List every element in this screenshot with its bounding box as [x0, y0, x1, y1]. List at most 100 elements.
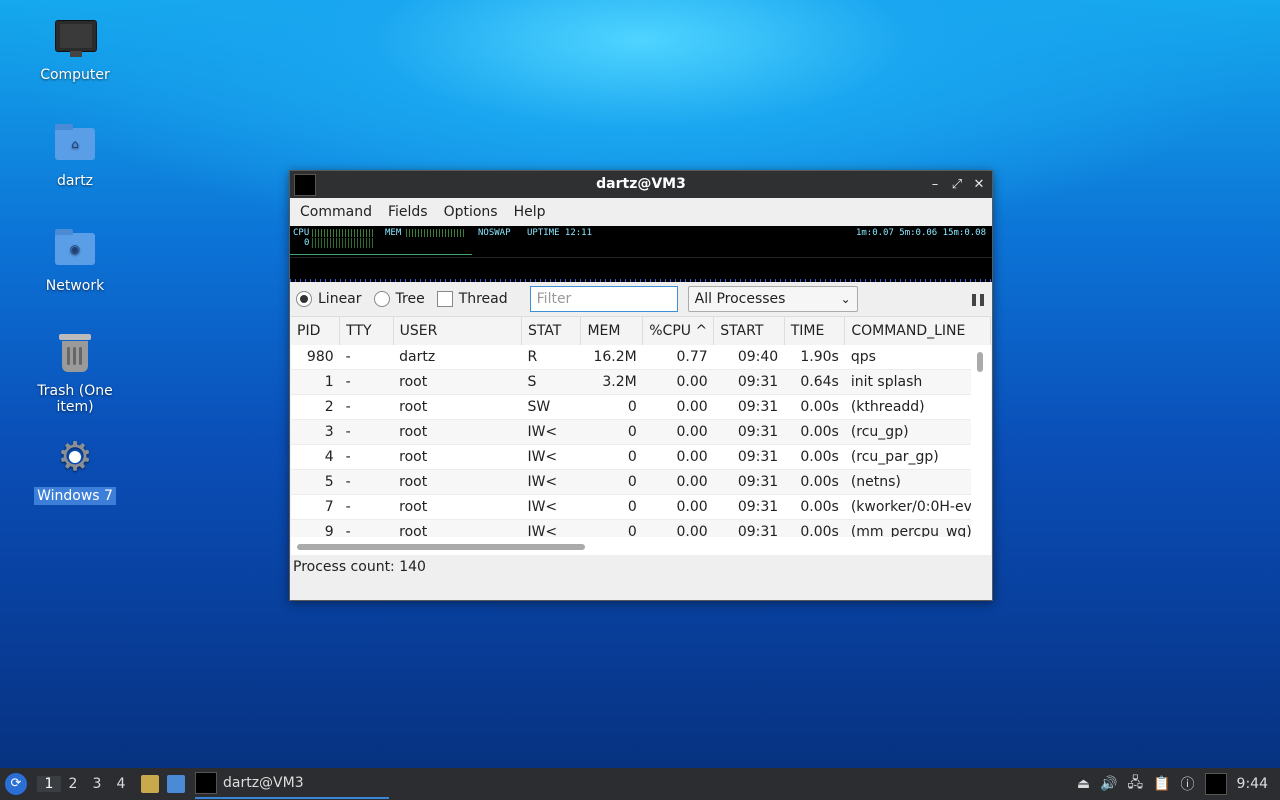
column-header-tty[interactable]: TTY	[339, 317, 394, 345]
eject-icon[interactable]: ⏏	[1077, 776, 1090, 792]
table-cell: root	[393, 394, 522, 420]
table-cell: 7	[291, 494, 340, 520]
notification-icon[interactable]: ⓘ	[1181, 774, 1195, 794]
menu-options[interactable]: Options	[438, 204, 504, 220]
table-cell: root	[393, 419, 522, 445]
table-cell: 09:31	[713, 469, 785, 495]
table-cell: -	[339, 394, 394, 420]
column-header-user[interactable]: USER	[393, 317, 522, 345]
checkbox-icon	[436, 291, 453, 307]
table-header: PID TTY USER STAT MEM %CPU ^ START TIME …	[291, 317, 991, 345]
table-row[interactable]: 4- root IW< 0 0.00 09:31 0.00s (rcu_par_gp)	[291, 444, 991, 470]
table-cell: 0.00	[642, 369, 714, 395]
table-row[interactable]: 1- root S 3.2M 0.00 09:31 0.64s init splash	[291, 369, 991, 395]
table-cell: 09:40	[713, 345, 785, 370]
tree-radio[interactable]: Tree	[373, 291, 425, 307]
table-cell: 0.00	[642, 444, 714, 470]
table-cell: 0	[580, 394, 643, 420]
menubar: Command Fields Options Help	[290, 198, 992, 226]
table-cell: 0.00s	[784, 494, 845, 520]
swap-label: NOSWAP	[478, 228, 511, 238]
table-row[interactable]: 7- root IW< 0 0.00 09:31 0.00s (kworker/0:0H-ev	[291, 494, 991, 520]
column-header-pid[interactable]: PID	[291, 317, 341, 345]
menu-command[interactable]: Command	[294, 204, 378, 220]
system-graph: CPU 0 MEM NOSWAP UPTIME 12:11 1m:0.07 5m…	[290, 226, 992, 282]
start-menu-icon[interactable]: ⟳	[5, 773, 27, 795]
task-title: dartz@VM3	[223, 775, 304, 791]
clock[interactable]: 9:44	[1237, 776, 1268, 792]
desktop-icon-home-folder[interactable]: ⌂ dartz	[15, 122, 135, 190]
desktop-icon-network[interactable]: ◉ Network	[15, 227, 135, 295]
file-manager-icon[interactable]	[141, 775, 159, 793]
vertical-scrollbar[interactable]	[971, 346, 991, 555]
toolbar: Linear Tree Thread All Processes ⌄	[290, 282, 992, 316]
table-row[interactable]: 2- root SW 0 0.00 09:31 0.00s (kthreadd)	[291, 394, 991, 420]
thread-label: Thread	[458, 291, 508, 307]
table-cell: 3.2M	[580, 369, 643, 395]
linear-radio[interactable]: Linear	[296, 291, 362, 307]
close-icon[interactable]: ✕	[972, 177, 986, 192]
home-folder-icon: ⌂	[55, 124, 95, 160]
filter-input[interactable]	[529, 286, 678, 312]
desktop-2[interactable]: 2	[61, 776, 85, 792]
table-cell: 0	[580, 419, 643, 445]
table-cell: 09:31	[713, 394, 785, 420]
table-cell: SW	[521, 394, 581, 420]
chevron-down-icon: ⌄	[840, 292, 851, 306]
table-cell: 0.64s	[784, 369, 845, 395]
cpu-value: 0	[304, 238, 310, 248]
terminal-app-icon	[195, 772, 217, 794]
network-icon[interactable]: 🖧	[1127, 772, 1143, 796]
menu-fields[interactable]: Fields	[382, 204, 434, 220]
column-header-mem[interactable]: MEM	[580, 317, 644, 345]
terminal-tray-icon[interactable]	[1204, 773, 1227, 795]
process-scope-value: All Processes	[694, 291, 786, 307]
table-cell: (kworker/0:0H-ev	[844, 494, 991, 520]
column-header-start[interactable]: START	[713, 317, 785, 345]
status-bar: Process count: 140	[293, 559, 426, 575]
show-desktop-icon[interactable]	[167, 775, 185, 793]
desktop-icon-label: Network	[45, 278, 105, 294]
horizontal-scrollbar[interactable]	[291, 537, 991, 555]
desktop-icon-windows7[interactable]: ⚙ Windows 7	[15, 437, 135, 505]
column-header-cpu[interactable]: %CPU ^	[642, 317, 715, 345]
process-scope-select[interactable]: All Processes ⌄	[687, 286, 858, 312]
table-cell: IW<	[521, 469, 581, 495]
table-cell: 0.00	[642, 419, 714, 445]
table-cell: 1	[291, 369, 340, 395]
table-cell: IW<	[521, 444, 581, 470]
column-header-command[interactable]: COMMAND_LINE	[844, 317, 991, 345]
desktop-4[interactable]: 4	[109, 776, 133, 792]
table-row[interactable]: 5- root IW< 0 0.00 09:31 0.00s (netns)	[291, 469, 991, 495]
taskbar-task[interactable]: dartz@VM3	[195, 769, 389, 799]
desktop-1[interactable]: 1	[37, 776, 61, 792]
volume-icon[interactable]: 🔊	[1100, 776, 1117, 792]
thread-checkbox[interactable]: Thread	[436, 291, 508, 307]
table-row[interactable]: 980- dartz R 16.2M 0.77 09:40 1.90s qps	[291, 345, 991, 370]
desktop-icon-trash[interactable]: Trash (One item)	[15, 332, 135, 416]
table-cell: 980	[291, 345, 340, 370]
clipboard-icon[interactable]: 📋	[1153, 776, 1170, 792]
table-cell: 09:31	[713, 494, 785, 520]
pause-icon[interactable]	[972, 294, 984, 306]
column-header-time[interactable]: TIME	[784, 317, 846, 345]
column-header-stat[interactable]: STAT	[521, 317, 582, 345]
desktop-icon-label: Windows 7	[34, 487, 116, 505]
table-cell: -	[339, 419, 394, 445]
table-cell: 0.00	[642, 394, 714, 420]
table-row[interactable]: 3- root IW< 0 0.00 09:31 0.00s (rcu_gp)	[291, 419, 991, 445]
maximize-icon[interactable]: ⤢	[950, 177, 964, 192]
desktop-3[interactable]: 3	[85, 776, 109, 792]
menu-help[interactable]: Help	[508, 204, 552, 220]
minimize-icon[interactable]: –	[928, 177, 942, 192]
desktop-icon-computer[interactable]: Computer	[15, 16, 135, 84]
table-cell: 5	[291, 469, 340, 495]
window-titlebar[interactable]: dartz@VM3 – ⤢ ✕	[290, 171, 992, 198]
tree-label: Tree	[395, 291, 425, 307]
table-cell: -	[339, 444, 394, 470]
table-cell: 0.00	[642, 494, 714, 520]
load-average: 1m:0.07 5m:0.06 15m:0.08	[855, 228, 986, 238]
table-cell: 0.77	[642, 345, 714, 370]
table-cell: R	[521, 345, 581, 370]
table-cell: 0.00	[642, 469, 714, 495]
